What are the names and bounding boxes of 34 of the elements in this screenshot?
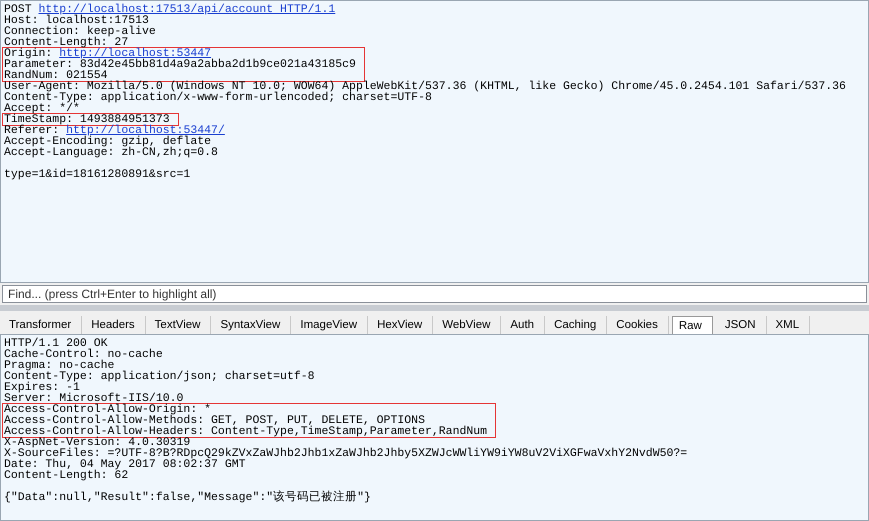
line-text: POST (4, 3, 32, 16)
header-line: Expires: -1 (4, 382, 80, 393)
header-line: RandNum: 021554 (4, 70, 108, 81)
header-line: X-SourceFiles: =?UTF-8?B?RDpcQ29kZVxZaWJhb2Jhb1xZaWJhb2Jhby5XZWJcWWliYW9iYW8uV2ViXGFwaVxhY2NvdW50?= (4, 448, 688, 459)
header-line: Content-Type: application/x-www-form-urlencoded; charset=UTF-8 (4, 92, 432, 103)
header-line: Date: Thu, 04 May 2017 08:02:37 GMT (4, 459, 246, 470)
header-line: User-Agent: Mozilla/5.0 (Windows NT 10.0; WOW64) AppleWebKit/537.36 (KHTML, like Gecko) Chrome/45.0.2454.101 Safari/537.36 (4, 81, 847, 92)
header-line: Pragma: no-cache (4, 360, 114, 371)
header-line: Accept-Encoding: gzip, deflate (4, 136, 212, 147)
header-line: Parameter: 83d42e45bb81d4a9a2abba2d1b9ce021a43185c9 (4, 59, 356, 70)
header-line: Access-Control-Allow-Methods: GET, POST, PUT, DELETE, OPTIONS (4, 415, 425, 426)
header-line: Content-Length: 27 (4, 37, 128, 48)
url-link[interactable]: http://localhost:17513/api/account HTTP/1.1 (38, 3, 336, 16)
header-line: Connection: keep-alive (4, 26, 157, 37)
find-field[interactable]: Find... (press Ctrl+Enter to highlight all) (2, 285, 867, 303)
header-line: Content-Type: application/json; charset=utf-8 (4, 371, 316, 382)
header-line: TimeStamp: 1493884951373 (4, 114, 170, 125)
header-line: Access-Control-Allow-Headers: Content-Type,TimeStamp,Parameter,RandNum (4, 426, 488, 437)
url-link[interactable]: http://localhost:53447/ (66, 124, 225, 137)
header-line: Accept-Language: zh-CN,zh;q=0.8 (4, 147, 219, 158)
header-line: HTTP/1.1 200 OK (4, 338, 108, 349)
header-line: Access-Control-Allow-Origin: * (4, 404, 212, 415)
header-line: Cache-Control: no-cache (4, 349, 164, 360)
header-line: type=1&id=18161280891&src=1 (4, 169, 192, 180)
url-link[interactable]: http://localhost:53447 (59, 47, 212, 60)
header-line: Host: localhost:17513 (4, 15, 149, 26)
header-line: Accept: */* (4, 103, 80, 114)
header-line: X-AspNet-Version: 4.0.30319 (4, 437, 190, 448)
line-text: Referer: (4, 124, 60, 137)
header-line: {"Data":null,"Result":false,"Message":"该号码已被注册"} (4, 492, 372, 503)
header-line: Server: Microsoft-IIS/10.0 (4, 393, 184, 404)
header-line: Content-Length: 62 (4, 470, 130, 481)
tab[interactable]: Raw (672, 316, 713, 334)
line-text: Origin: (4, 47, 52, 60)
